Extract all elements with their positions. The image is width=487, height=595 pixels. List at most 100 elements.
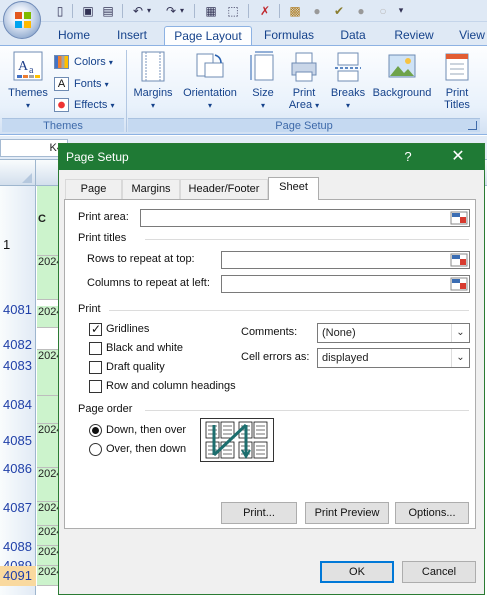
draft-quality-label: Draft quality	[106, 361, 165, 373]
cell-errors-select[interactable]: displayed ⌄	[317, 348, 470, 368]
gridlines-checkbox[interactable]: ✓	[89, 322, 102, 336]
tab-formulas[interactable]: Formulas	[258, 26, 320, 46]
print-preview-button[interactable]: Print Preview	[305, 502, 389, 524]
close-button[interactable]: ✕	[446, 144, 470, 170]
margins-button[interactable]: Margins ▾	[130, 51, 176, 112]
row-number[interactable]: 4088	[0, 528, 36, 554]
print-area-button[interactable]: Print Area ▾	[284, 51, 324, 112]
circle-icon-2[interactable]: ●	[353, 3, 369, 18]
print-area-field[interactable]	[140, 209, 470, 227]
separator	[122, 4, 123, 18]
rows-repeat-label: Rows to repeat at top:	[87, 253, 195, 265]
clear-icon[interactable]: ✗	[257, 3, 273, 18]
row-number[interactable]: 4087	[0, 494, 36, 526]
size-label: Size	[252, 87, 274, 99]
comments-select[interactable]: (None) ⌄	[317, 323, 470, 343]
print-section-label: Print	[78, 303, 101, 315]
effects-icon	[54, 98, 69, 112]
row-number[interactable]: 4086	[0, 450, 36, 494]
freeze-panes-icon[interactable]: ▦	[203, 3, 219, 18]
tab-header-footer[interactable]: Header/Footer	[180, 179, 268, 199]
chevron-down-icon: ⌄	[451, 324, 469, 342]
breaks-button[interactable]: Breaks ▾	[328, 51, 368, 112]
tab-review[interactable]: Review	[386, 26, 442, 46]
chevron-down-icon: ▾	[150, 101, 155, 110]
chevron-down-icon: ▾	[260, 101, 265, 110]
tab-page[interactable]: Page	[65, 179, 122, 199]
tab-sheet[interactable]: Sheet	[268, 177, 319, 200]
tab-home[interactable]: Home	[50, 26, 98, 46]
row-number[interactable]: 4084	[0, 376, 36, 422]
tab-view[interactable]: View	[452, 26, 487, 46]
print-titles-icon	[442, 51, 472, 83]
themes-button[interactable]: A a Themes ▾	[6, 51, 50, 112]
undo-dropdown-icon[interactable]: ▾	[145, 3, 153, 18]
new-icon[interactable]: ▯	[52, 3, 68, 18]
effects-button[interactable]: Effects ▾	[54, 95, 115, 115]
redo-icon[interactable]: ↷	[163, 3, 179, 18]
size-button[interactable]: Size ▾	[246, 51, 280, 112]
down-then-over-radio[interactable]	[89, 424, 102, 437]
select-icon[interactable]: ⬚	[225, 3, 241, 18]
save-icon[interactable]: ▣	[80, 3, 96, 18]
gridlines-label: Gridlines	[106, 323, 150, 335]
check-icon[interactable]: ✔	[331, 3, 347, 18]
print-preview-icon[interactable]: ▤	[100, 3, 116, 18]
tab-data[interactable]: Data	[330, 26, 376, 46]
row-number[interactable]: 4082	[0, 334, 36, 356]
down-then-over-label: Down, then over	[106, 424, 187, 436]
row-col-headings-checkbox[interactable]	[89, 380, 102, 393]
undo-icon[interactable]: ↶	[130, 3, 146, 18]
orientation-label: Orientation	[183, 87, 237, 99]
group-separator	[126, 50, 127, 132]
separator	[248, 4, 249, 18]
tab-insert[interactable]: Insert	[108, 26, 156, 46]
fonts-label: Fonts	[74, 78, 102, 90]
margins-label: Margins	[133, 87, 173, 99]
print-button[interactable]: Print...	[221, 502, 297, 524]
breaks-label: Breaks	[330, 87, 366, 99]
orientation-button[interactable]: Orientation ▾	[178, 51, 242, 112]
collapse-dialog-icon[interactable]	[450, 253, 468, 267]
print-titles-button[interactable]: Print Titles	[438, 51, 476, 111]
paste-icon[interactable]: ▩	[287, 3, 303, 18]
black-white-checkbox[interactable]	[89, 342, 102, 355]
row-number[interactable]: 4081	[0, 288, 36, 322]
customize-icon[interactable]: ▾	[393, 3, 409, 18]
tab-margins[interactable]: Margins	[122, 179, 180, 199]
chevron-down-icon: ▾	[345, 101, 350, 110]
print-titles-label-2: Titles	[444, 99, 470, 111]
breaks-icon	[333, 51, 363, 83]
fonts-button[interactable]: A Fonts ▾	[54, 74, 109, 94]
background-button[interactable]: Background	[370, 51, 434, 99]
circle-icon[interactable]: ●	[309, 3, 325, 18]
collapse-dialog-icon[interactable]	[450, 277, 468, 291]
comments-label: Comments:	[241, 326, 298, 338]
collapse-dialog-icon[interactable]	[450, 211, 468, 225]
help-button[interactable]: ?	[398, 144, 418, 170]
cancel-button[interactable]: Cancel	[402, 561, 476, 583]
options-button[interactable]: Options...	[395, 502, 469, 524]
rows-repeat-field[interactable]	[221, 251, 470, 269]
cols-repeat-field[interactable]	[221, 275, 470, 293]
draft-quality-checkbox[interactable]	[89, 361, 102, 374]
redo-dropdown-icon[interactable]: ▾	[178, 3, 186, 18]
chevron-down-icon: ▾	[25, 101, 30, 110]
row-number[interactable]: 4083	[0, 356, 36, 376]
select-all-corner[interactable]	[0, 160, 36, 186]
tab-page-layout[interactable]: Page Layout	[164, 26, 252, 46]
over-then-down-radio[interactable]	[89, 443, 102, 456]
row-number-selected[interactable]: 4091	[0, 566, 36, 586]
svg-text:a: a	[29, 65, 34, 76]
row-number[interactable]: 1	[0, 234, 36, 256]
radio-dot	[92, 427, 99, 434]
cell-errors-value: displayed	[322, 352, 369, 364]
themes-label: Themes	[8, 87, 48, 99]
row-number[interactable]: 4085	[0, 422, 36, 448]
circle-icon-3[interactable]: ○	[375, 3, 391, 18]
dialog-launcher-icon[interactable]	[468, 121, 477, 130]
colors-button[interactable]: Colors ▾	[54, 52, 113, 72]
office-button[interactable]	[3, 1, 41, 39]
quick-access-toolbar: ▯ ▣ ▤ ↶ ▾ ↷ ▾ ▦ ⬚ ✗ ▩ ● ✔ ● ○ ▾	[0, 0, 487, 22]
ok-button[interactable]: OK	[320, 561, 394, 583]
